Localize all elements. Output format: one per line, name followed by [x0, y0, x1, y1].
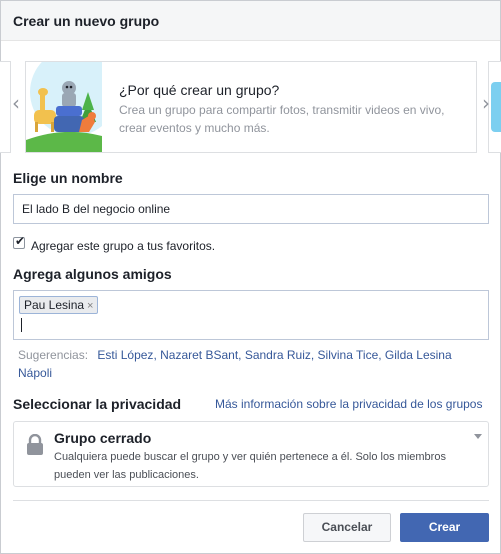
- carousel-text: Crea un grupo para compartir fotos, tran…: [119, 103, 445, 135]
- dialog-title: Crear un nuevo grupo: [13, 13, 160, 29]
- create-group-dialog: Crear un nuevo grupo ¿Por qué crear un g…: [0, 0, 501, 554]
- group-name-input[interactable]: [13, 194, 489, 224]
- favorites-label: Agregar este grupo a tus favoritos.: [31, 239, 216, 253]
- privacy-info-link[interactable]: Más información sobre la privacidad de l…: [215, 397, 482, 411]
- privacy-label: Seleccionar la privacidad: [13, 396, 182, 412]
- create-button[interactable]: Crear: [400, 513, 489, 542]
- favorites-checkbox[interactable]: ✔: [13, 234, 26, 249]
- privacy-option-title: Grupo cerrado: [54, 430, 152, 446]
- suggestion-link[interactable]: Silvina Tice: [318, 348, 379, 362]
- name-label: Elige un nombre: [13, 170, 123, 186]
- friends-label: Agrega algunos amigos: [13, 266, 172, 282]
- remove-token-icon[interactable]: ×: [87, 300, 93, 312]
- privacy-selector[interactable]: Grupo cerrado Cualquiera puede buscar el…: [13, 421, 489, 487]
- dialog-header: Crear un nuevo grupo: [1, 1, 500, 41]
- suggestions-label: Sugerencias:: [18, 348, 89, 362]
- chevron-right-icon[interactable]: ›: [479, 93, 493, 113]
- lock-icon: [27, 434, 43, 455]
- footer-divider: [13, 500, 489, 501]
- friend-token[interactable]: Pau Lesina ×: [19, 296, 99, 314]
- privacy-option-description: Cualquiera puede buscar el grupo y ver q…: [54, 451, 446, 481]
- group-illustration: [26, 62, 102, 152]
- friend-token-label: Pau Lesina: [24, 298, 85, 312]
- checkmark-icon: ✔: [15, 234, 26, 248]
- suggestion-link[interactable]: Sandra Ruiz: [245, 348, 311, 362]
- cancel-button[interactable]: Cancelar: [303, 513, 391, 542]
- suggestion-link[interactable]: Esti López: [97, 348, 153, 362]
- carousel-heading: ¿Por qué crear un grupo?: [119, 82, 280, 98]
- suggestion-link[interactable]: Nazaret BSant: [160, 348, 238, 362]
- carousel-card: ¿Por qué crear un grupo? Crea un grupo p…: [25, 61, 477, 153]
- caret-down-icon: [474, 434, 482, 439]
- chevron-left-icon[interactable]: ‹: [9, 93, 23, 113]
- info-carousel: ¿Por qué crear un grupo? Crea un grupo p…: [0, 57, 501, 157]
- suggestions-list: Sugerencias: Esti López, Nazaret BSant, …: [18, 348, 452, 380]
- text-caret: [21, 318, 22, 332]
- friends-token-input[interactable]: Pau Lesina ×: [13, 290, 489, 340]
